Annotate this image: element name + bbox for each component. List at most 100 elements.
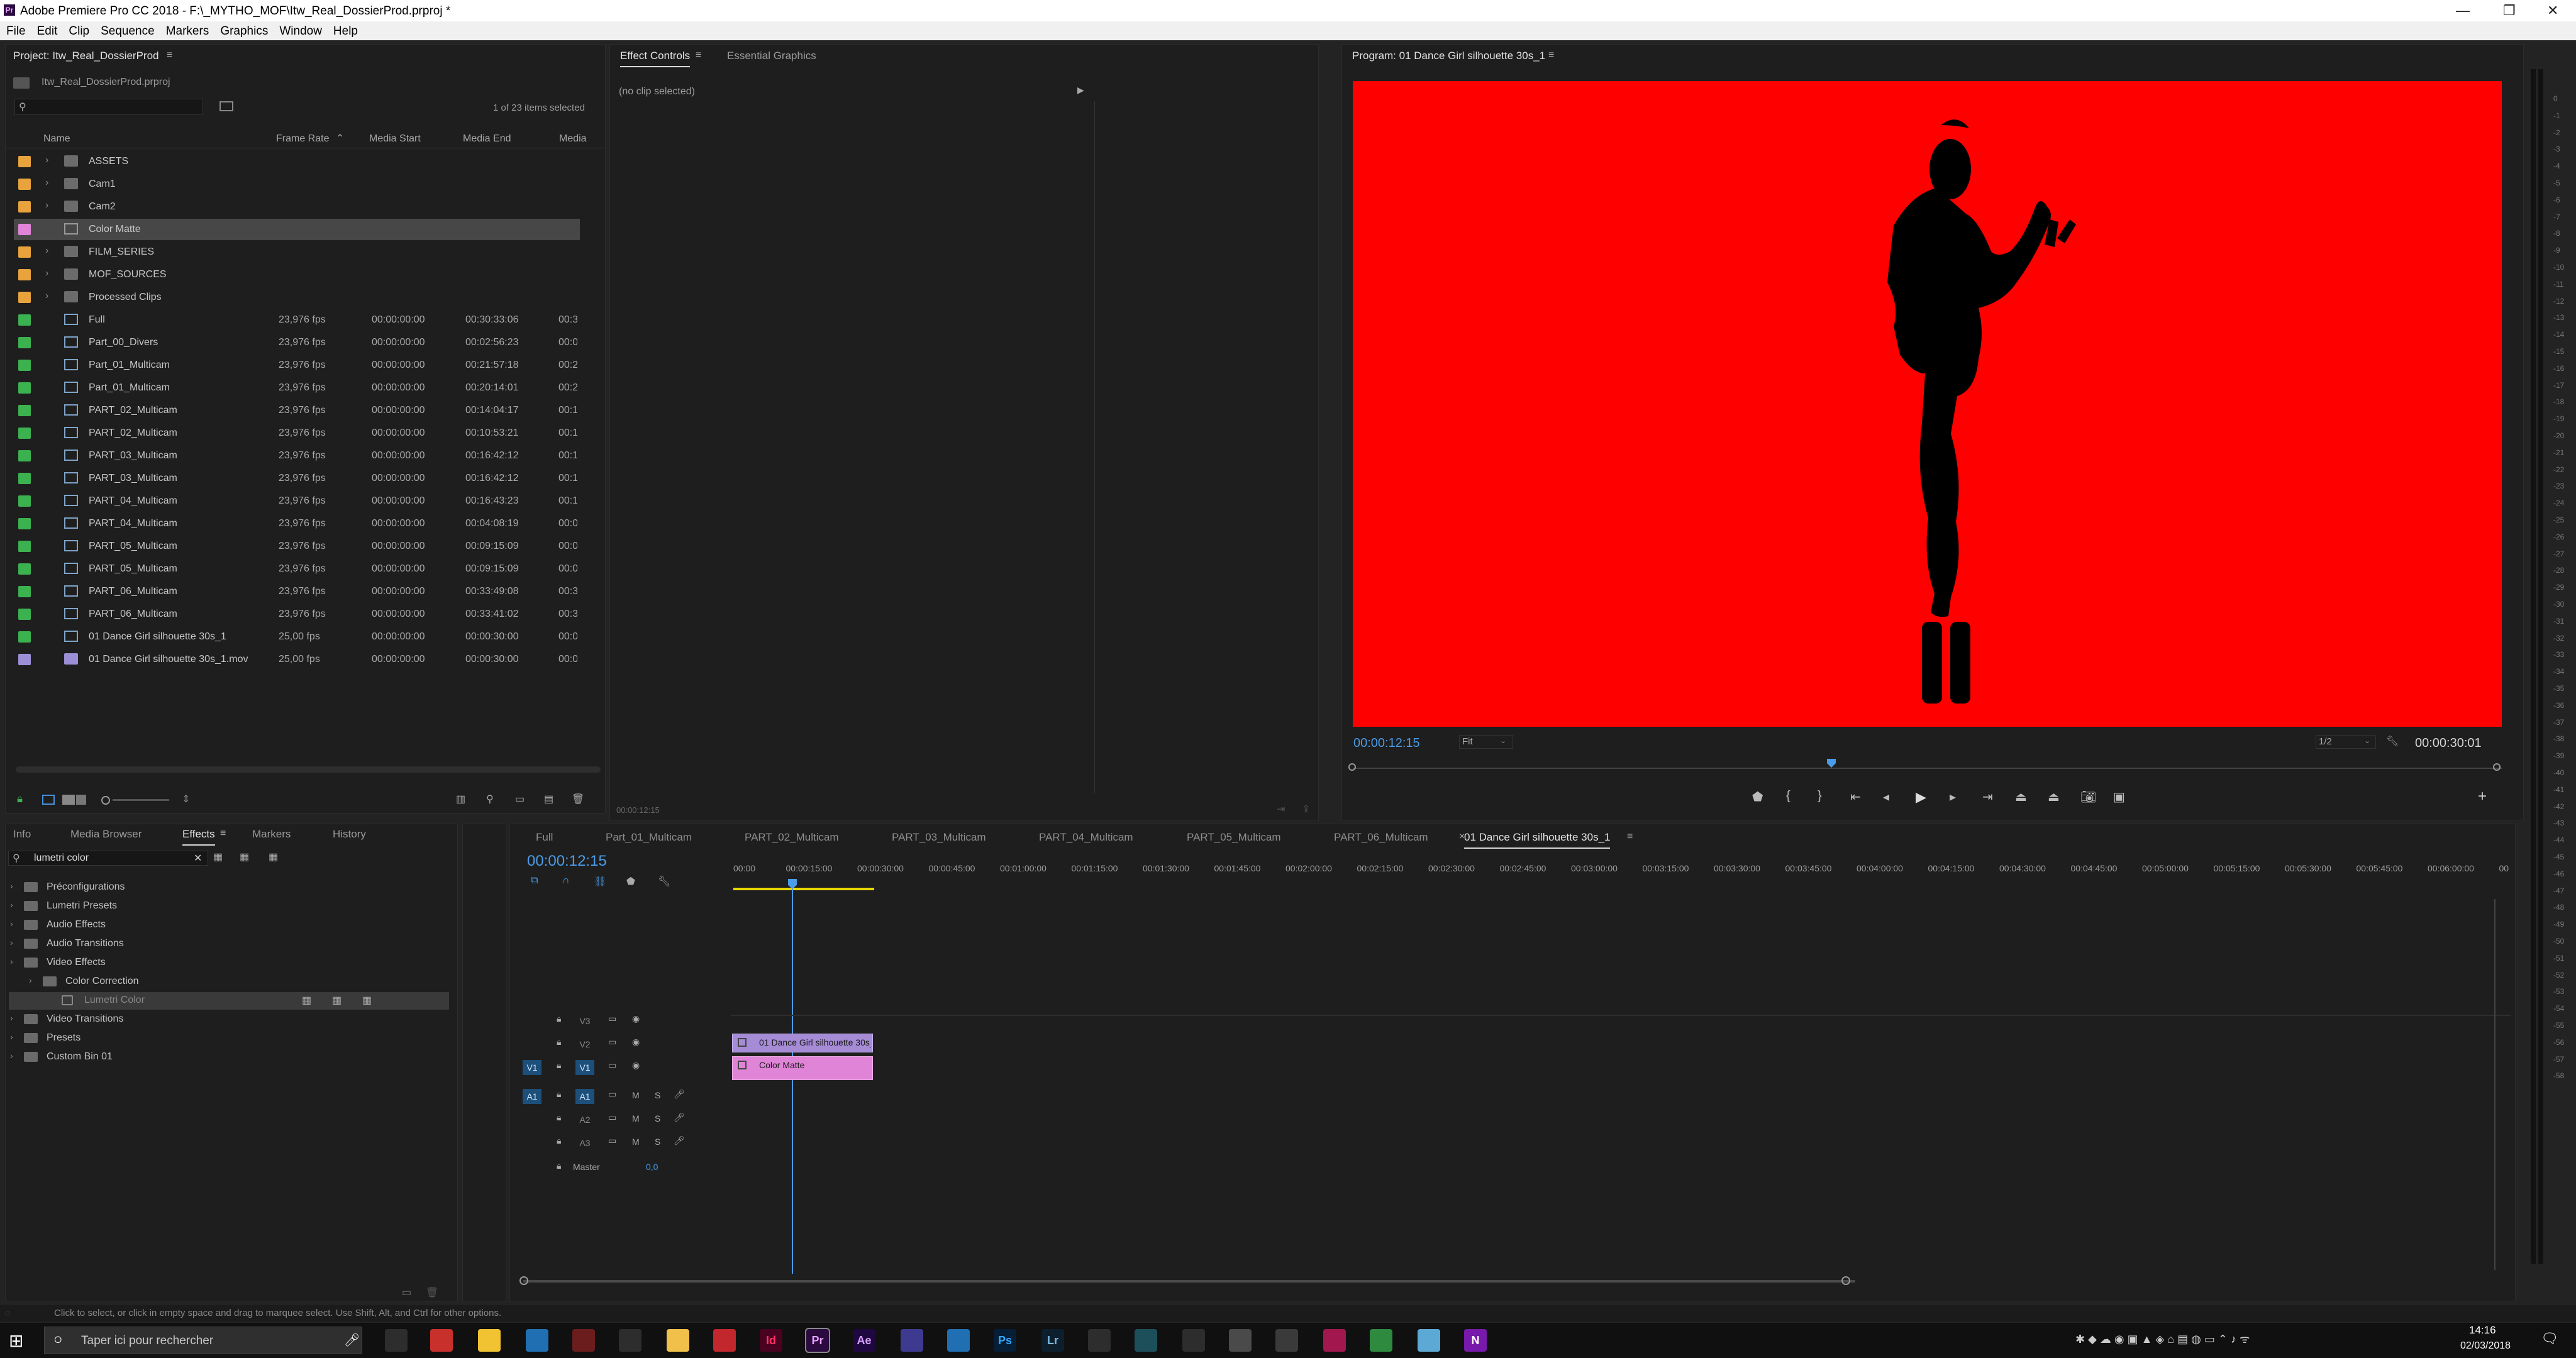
app-blue-icon[interactable]: [526, 1329, 548, 1352]
store-icon[interactable]: [478, 1329, 501, 1352]
chevron-right-icon[interactable]: ›: [45, 155, 48, 166]
panel-menu-icon[interactable]: ≡: [220, 828, 226, 839]
freeform-view-icon[interactable]: [76, 795, 86, 805]
program-timecode[interactable]: 00:00:12:15: [1353, 736, 1420, 751]
chrome-icon[interactable]: [1370, 1329, 1392, 1352]
chevron-right-icon[interactable]: ›: [10, 1032, 13, 1042]
color-label-swatch[interactable]: [18, 473, 31, 484]
color-label-swatch[interactable]: [18, 518, 31, 529]
clear-search-icon[interactable]: ✕: [194, 852, 202, 864]
button-editor-icon[interactable]: +: [2478, 788, 2487, 805]
add-marker-icon[interactable]: ⬟: [626, 875, 635, 888]
panel-menu-icon[interactable]: ≡: [1548, 50, 1554, 61]
color-label-swatch[interactable]: [18, 292, 31, 303]
color-label-swatch[interactable]: [18, 201, 31, 213]
zoom-select[interactable]: Fit ⌄: [1459, 735, 1513, 749]
sequence-tab[interactable]: PART_03_Multicam: [892, 831, 986, 844]
project-item[interactable]: › Cam2: [14, 196, 580, 218]
color-label-swatch[interactable]: [18, 314, 31, 326]
tab-media-browser[interactable]: Media Browser: [70, 828, 142, 841]
color-label-swatch[interactable]: [18, 246, 31, 258]
menu-help[interactable]: Help: [333, 25, 358, 38]
lock-icon[interactable]: 🔒︎: [557, 1037, 561, 1047]
project-item[interactable]: 01 Dance Girl silhouette 30s_1.mov 25,00 …: [14, 649, 580, 670]
list-view-icon[interactable]: [42, 795, 55, 805]
track-target-toggle[interactable]: A3: [575, 1135, 594, 1151]
project-item[interactable]: PART_03_Multicam 23,976 fps 00:00:00:00 00:…: [14, 445, 580, 466]
new-search-bin-icon[interactable]: [219, 101, 233, 111]
column-media[interactable]: Media: [559, 133, 587, 145]
project-item[interactable]: › ASSETS: [14, 151, 580, 172]
onenote-icon[interactable]: N: [1464, 1329, 1487, 1352]
master-volume[interactable]: 0,0: [646, 1162, 658, 1172]
sequence-tab[interactable]: Part_01_Multicam: [606, 831, 692, 844]
chevron-right-icon[interactable]: ›: [45, 290, 48, 302]
accelerated-effects-icon[interactable]: ▦: [213, 851, 223, 863]
mute-button[interactable]: M: [632, 1137, 640, 1147]
panel-menu-icon[interactable]: ≡: [696, 50, 701, 61]
playhead-scrubber[interactable]: [1353, 768, 2502, 769]
eye-icon[interactable]: ◉: [632, 1060, 640, 1071]
lock-icon[interactable]: 🔒︎: [17, 793, 23, 805]
timeline-timecode[interactable]: 00:00:12:15: [527, 853, 607, 870]
microphone-icon[interactable]: 🎤︎: [344, 1332, 360, 1348]
maximize-button[interactable]: ❐: [2503, 3, 2516, 19]
app-teal-icon[interactable]: [1135, 1329, 1157, 1352]
sync-lock-icon[interactable]: ▭: [608, 1089, 616, 1100]
chevron-right-icon[interactable]: ›: [45, 200, 48, 211]
delete-icon[interactable]: 🗑︎: [426, 1286, 438, 1299]
project-item[interactable]: Color Matte: [14, 219, 580, 240]
app-red-icon[interactable]: [430, 1329, 453, 1352]
sequence-tab[interactable]: PART_04_Multicam: [1039, 831, 1133, 844]
app-grid-icon[interactable]: [619, 1329, 641, 1352]
project-item[interactable]: PART_03_Multicam 23,976 fps 00:00:00:00 00:…: [14, 468, 580, 489]
go-to-out-icon[interactable]: ⇥: [1982, 789, 1993, 805]
scrubber-start-handle[interactable]: [1348, 763, 1356, 771]
chevron-right-icon[interactable]: ›: [45, 177, 48, 189]
color-label-swatch[interactable]: [18, 586, 31, 597]
lock-icon[interactable]: 🔒︎: [557, 1135, 561, 1146]
microphone-icon[interactable]: 🎤︎: [674, 1135, 685, 1146]
sequence-tab[interactable]: 01 Dance Girl silhouette 30s_1: [1464, 831, 1611, 849]
chevron-right-icon[interactable]: ›: [10, 1013, 13, 1023]
taskbar-search-box[interactable]: ○ Taper ici pour rechercher 🎤︎: [44, 1327, 362, 1354]
minimize-button[interactable]: —: [2456, 3, 2470, 19]
file-explorer-icon[interactable]: [667, 1329, 689, 1352]
chevron-right-icon[interactable]: ›: [10, 1051, 13, 1061]
comparison-view-icon[interactable]: ▣: [2113, 789, 2125, 805]
eye-icon[interactable]: ◉: [632, 1037, 640, 1047]
play-icon[interactable]: ▶: [1916, 789, 1926, 805]
menu-edit[interactable]: Edit: [37, 25, 58, 38]
close-button[interactable]: ✕: [2547, 3, 2558, 19]
color-label-swatch[interactable]: [18, 405, 31, 416]
mute-button[interactable]: M: [632, 1090, 640, 1100]
go-to-in-icon[interactable]: ⇤: [1850, 789, 1861, 805]
chevron-right-icon[interactable]: ›: [45, 245, 48, 257]
add-marker-icon[interactable]: ⬟: [1752, 789, 1763, 805]
sequence-tab[interactable]: PART_06_Multicam: [1334, 831, 1428, 844]
tab-info[interactable]: Info: [13, 828, 31, 841]
timeline-vertical-scrollbar[interactable]: [2494, 899, 2496, 1270]
color-label-swatch[interactable]: [18, 156, 31, 167]
mark-in-icon[interactable]: {: [1786, 789, 1790, 803]
lock-icon[interactable]: 🔒︎: [557, 1060, 561, 1071]
close-tab-icon[interactable]: ×: [1459, 831, 1465, 842]
color-label-swatch[interactable]: [18, 179, 31, 190]
filezilla-icon[interactable]: [713, 1329, 736, 1352]
effects-search-input[interactable]: ⚲ lumetri color ✕: [8, 851, 208, 866]
sort-icons-icon[interactable]: ⇕: [182, 793, 190, 805]
yuv-effects-icon[interactable]: ▦: [269, 851, 278, 863]
color-label-swatch[interactable]: [18, 360, 31, 371]
media-encoder-icon[interactable]: [901, 1329, 923, 1352]
clip-dance-girl[interactable]: 01 Dance Girl silhouette 30s_1: [732, 1034, 873, 1052]
project-item[interactable]: › Processed Clips: [14, 287, 580, 308]
sequence-tab[interactable]: Full: [536, 831, 553, 844]
linked-selection-icon[interactable]: ⛓: [594, 875, 606, 888]
project-item[interactable]: Full 23,976 fps 00:00:00:00 00:30:33:06 00:3: [14, 309, 580, 331]
sync-lock-icon[interactable]: ▭: [608, 1013, 616, 1024]
color-label-swatch[interactable]: [18, 541, 31, 552]
photoshop-icon[interactable]: Ps: [994, 1329, 1016, 1352]
step-back-icon[interactable]: ◂: [1883, 789, 1889, 805]
column-media-end[interactable]: Media End: [463, 133, 511, 145]
nest-icon[interactable]: ⧉: [531, 875, 538, 886]
